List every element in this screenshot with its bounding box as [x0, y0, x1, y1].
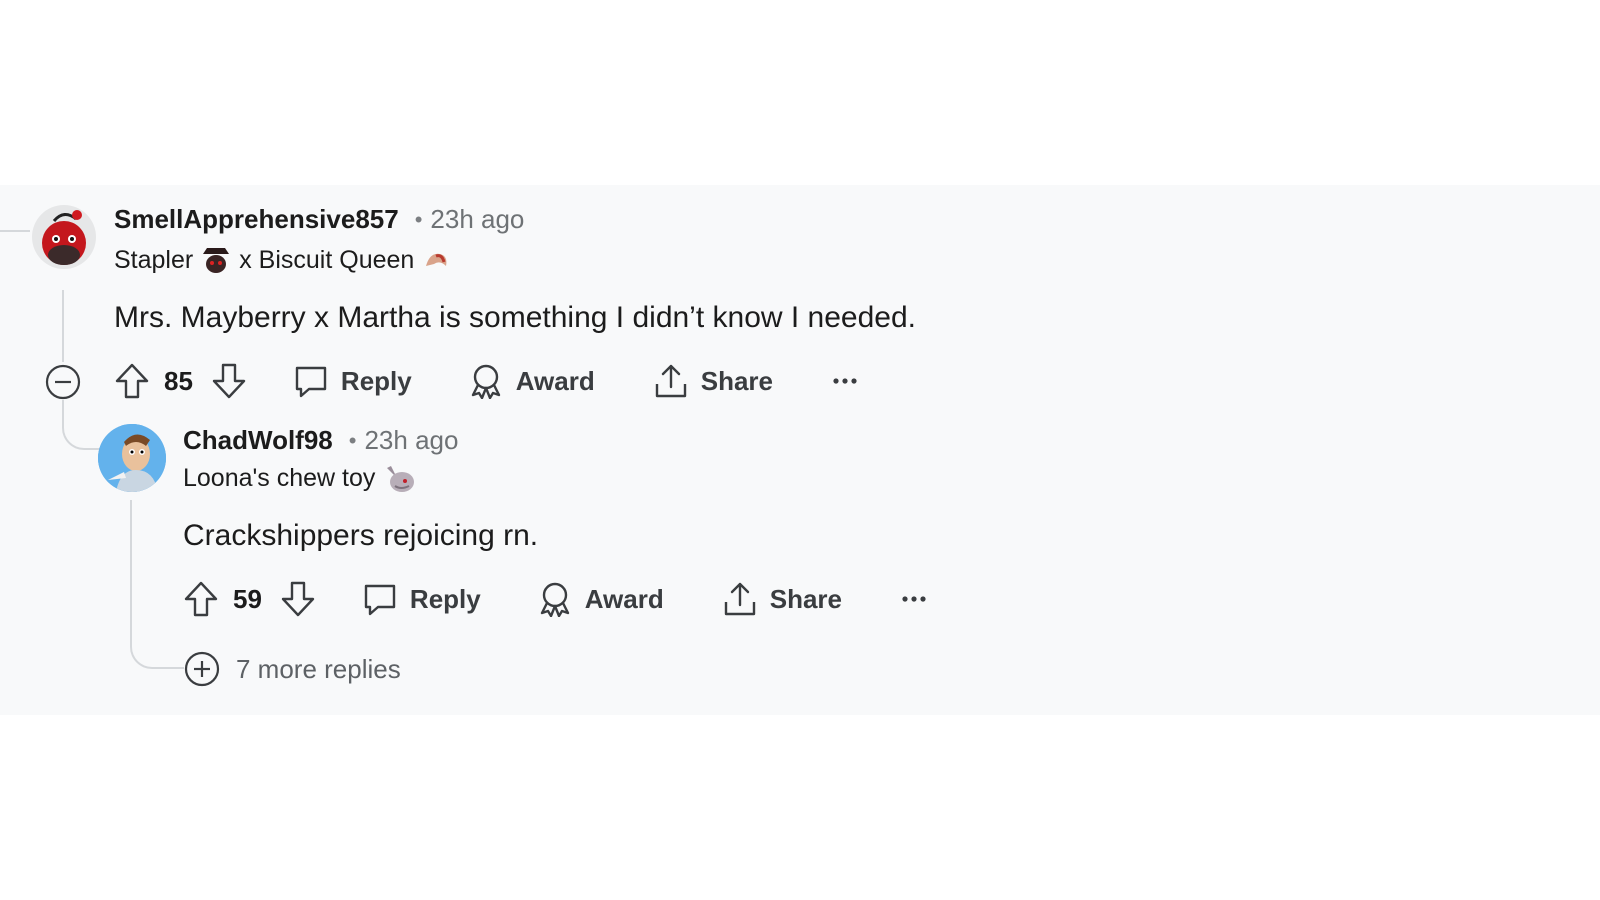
comment-header: ChadWolf98 • 23h ago	[183, 425, 458, 456]
flair-text: Stapler	[114, 245, 194, 274]
flair-text: x Biscuit Queen	[239, 245, 415, 274]
user-flair: Loona's chew toy	[183, 462, 417, 494]
user-flair: Stapler x Biscuit Queen	[114, 244, 450, 276]
award-label: Award	[515, 365, 595, 396]
thread-line-reply-connector[interactable]	[62, 400, 100, 450]
collapse-thread-button[interactable]	[45, 364, 81, 400]
collapse-icon	[45, 364, 81, 400]
username[interactable]: SmellApprehensive857	[114, 204, 399, 235]
share-label: Share	[700, 365, 773, 396]
award-icon	[471, 364, 500, 399]
expand-icon	[184, 651, 220, 687]
upvote-button[interactable]	[114, 362, 150, 400]
award-button[interactable]: Award	[537, 581, 664, 617]
comment-body: Crackshippers rejoicing rn.	[183, 519, 539, 552]
reply-button[interactable]: Reply	[362, 581, 481, 617]
flair-text: Loona's chew toy	[183, 463, 376, 492]
thread-line-main[interactable]	[62, 290, 64, 362]
share-icon	[655, 364, 686, 398]
more-replies-label: 7 more replies	[236, 653, 401, 684]
timestamp[interactable]: 23h ago	[364, 425, 458, 456]
downvote-button[interactable]	[280, 580, 316, 618]
flair-emoji-icon	[383, 462, 417, 494]
username[interactable]: ChadWolf98	[183, 425, 333, 456]
thread-line-more-replies-connector[interactable]	[130, 500, 184, 669]
award-button[interactable]: Award	[468, 363, 595, 399]
separator-dot: •	[414, 206, 423, 232]
separator-dot: •	[348, 427, 357, 453]
thread-line-top-stub	[0, 230, 30, 232]
vote-count: 85	[164, 365, 193, 396]
comment-header: SmellApprehensive857 • 23h ago	[114, 204, 524, 235]
downvote-button[interactable]	[211, 362, 247, 400]
downvote-icon	[281, 581, 315, 617]
share-label: Share	[769, 583, 842, 614]
upvote-icon	[184, 581, 218, 617]
award-label: Award	[584, 583, 664, 614]
upvote-icon	[115, 363, 149, 399]
more-options-icon	[902, 596, 926, 602]
flair-emoji-icon	[422, 248, 450, 272]
avatar[interactable]	[32, 205, 96, 269]
timestamp[interactable]: 23h ago	[430, 204, 524, 235]
reply-icon	[295, 366, 327, 398]
flair-emoji-icon	[199, 244, 233, 276]
comment-actions: 59 Reply Award Share	[183, 580, 926, 618]
more-options-button[interactable]	[833, 376, 857, 386]
reply-label: Reply	[340, 365, 412, 396]
more-replies-button[interactable]: 7 more replies	[184, 651, 401, 687]
upvote-button[interactable]	[183, 580, 219, 618]
more-options-button[interactable]	[902, 594, 926, 604]
share-icon	[724, 582, 755, 616]
share-button[interactable]: Share	[653, 362, 773, 400]
share-button[interactable]: Share	[722, 580, 842, 618]
avatar[interactable]	[98, 424, 166, 492]
reply-button[interactable]: Reply	[293, 363, 412, 399]
award-icon	[540, 582, 569, 617]
comment-body: Mrs. Mayberry x Martha is something I di…	[114, 301, 917, 334]
reply-icon	[364, 584, 396, 616]
comment-actions: 85 Reply Award Share	[114, 362, 857, 400]
vote-count: 59	[233, 583, 262, 614]
downvote-icon	[212, 363, 246, 399]
more-options-icon	[833, 378, 857, 384]
reply-label: Reply	[409, 583, 481, 614]
